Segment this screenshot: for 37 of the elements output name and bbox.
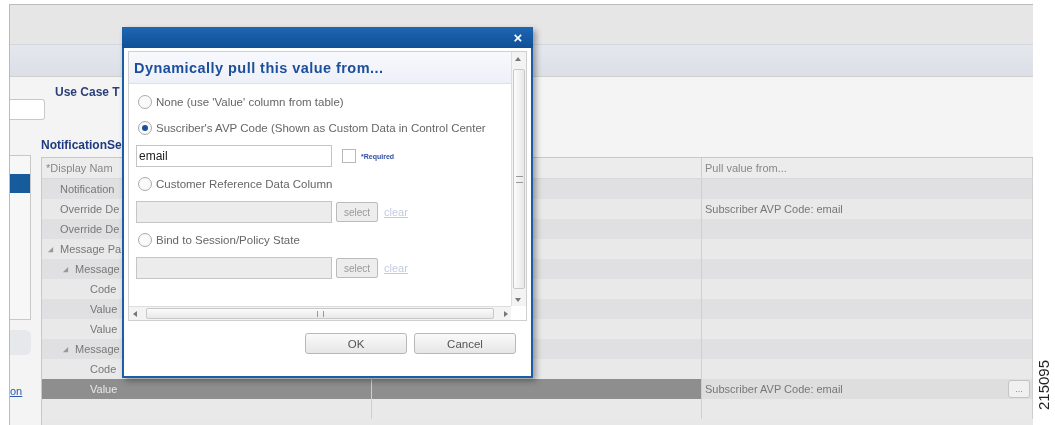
more-button[interactable]: ... xyxy=(1008,380,1030,398)
table-row[interactable]: Value Subscriber AVP Code: email ... xyxy=(42,379,1033,399)
text-field[interactable]: email xyxy=(136,145,332,167)
figure-number: 215095 xyxy=(1036,358,1052,410)
table-cell: Code xyxy=(90,362,117,376)
radio-button[interactable] xyxy=(138,121,152,135)
table-cell: Code xyxy=(90,282,117,296)
link[interactable]: on xyxy=(10,385,23,398)
table-cell: Subscriber AVP Code: email xyxy=(705,382,843,396)
dialog-button[interactable]: Cancel xyxy=(414,333,516,354)
close-button[interactable]: × xyxy=(511,29,525,46)
expand-triangle-icon[interactable] xyxy=(47,245,54,253)
dialog-heading: Dynamically pull this value from... xyxy=(129,52,511,84)
option-label[interactable]: Suscriber's AVP Code (Shown as Custom Data in Control Center xyxy=(156,122,486,134)
table-cell: Value xyxy=(90,302,118,316)
table-cell: Value xyxy=(90,382,118,396)
option-label[interactable]: None (use 'Value' column from table) xyxy=(156,96,344,108)
panel-fragment xyxy=(10,330,31,355)
table-cell: Message Pa xyxy=(60,242,122,256)
dialog-button[interactable]: OK xyxy=(305,333,407,354)
table-cell: Message xyxy=(75,342,120,356)
radio-button[interactable] xyxy=(138,95,152,109)
section-label: NotificationSe xyxy=(41,138,122,152)
section-label: Use Case T xyxy=(55,85,120,99)
checkbox[interactable] xyxy=(342,149,356,163)
input-field[interactable] xyxy=(10,99,45,120)
column-header[interactable]: Pull value from... xyxy=(702,158,1033,178)
table-cell: Override De xyxy=(60,202,120,216)
expand-triangle-icon[interactable] xyxy=(62,265,69,273)
table-cell: Value xyxy=(90,322,118,336)
table-cell: Subscriber AVP Code: email xyxy=(705,202,843,216)
expand-triangle-icon[interactable] xyxy=(62,345,69,353)
table-cell: Override De xyxy=(60,222,120,236)
table-cell: Message xyxy=(75,262,120,276)
table-cell: Notification xyxy=(60,182,115,196)
horizontal-scrollbar[interactable] xyxy=(129,306,511,320)
vertical-scrollbar[interactable] xyxy=(511,52,526,306)
